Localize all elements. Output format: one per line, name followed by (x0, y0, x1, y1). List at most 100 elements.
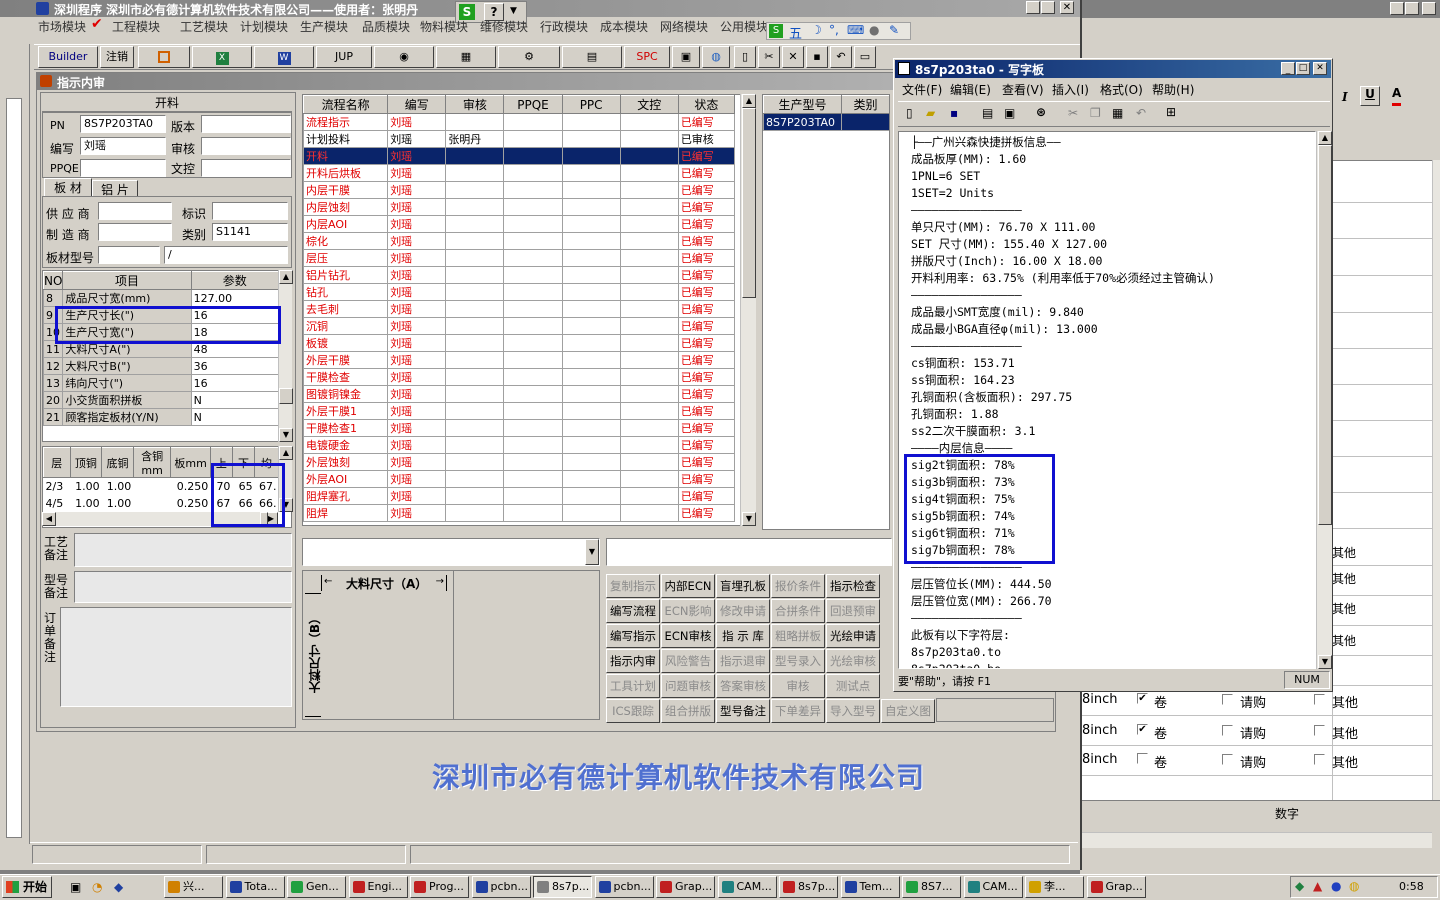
taskbar-item[interactable]: 8S7... (902, 876, 961, 898)
command-button[interactable]: 组合拼版 (661, 699, 715, 723)
checkbox-other[interactable] (1314, 725, 1325, 736)
maker-field[interactable] (98, 223, 172, 241)
new-icon[interactable]: ▯ (906, 106, 913, 120)
menu-item[interactable]: 工艺模块 (180, 18, 228, 35)
notepad-menu-item[interactable]: 查看(V) (1002, 81, 1044, 98)
table-row[interactable]: 内层AOI 刘瑶 已编写 (303, 215, 736, 233)
column-header[interactable]: 板mm (170, 447, 211, 478)
command-button[interactable]: 指 示 库 (716, 624, 770, 648)
checkbox-purchase[interactable] (1222, 754, 1233, 765)
column-header[interactable]: 参数 (190, 271, 280, 290)
chart-icon[interactable]: ▣ (672, 46, 700, 68)
moon-icon[interactable]: ☽ (811, 23, 822, 37)
checkbox-roll[interactable]: ✔ (1137, 693, 1148, 704)
copy-icon[interactable]: ❐ (1090, 106, 1101, 120)
column-header[interactable]: 项目 (62, 271, 192, 290)
table-row[interactable]: 计划投料 刘瑶 张明丹 已审核 (303, 130, 736, 148)
italic-icon[interactable]: I (1342, 90, 1348, 104)
taskbar-item[interactable]: CAM... (963, 876, 1023, 898)
menu-item[interactable]: 市场模块 (38, 18, 86, 35)
sheet-vertical-scrollbar[interactable] (1432, 160, 1440, 810)
taskbar-item[interactable]: Gen... (287, 876, 346, 898)
supplier-field[interactable] (98, 202, 172, 220)
menu-item[interactable]: 工程模块 (112, 18, 160, 35)
ppqe-field[interactable] (80, 159, 166, 177)
table-row[interactable]: 铝片钻孔 刘瑶 已编写 (303, 266, 736, 284)
menu-item[interactable]: 物料模块 (420, 18, 468, 35)
quicklaunch-app-icon[interactable]: ◆ (114, 880, 123, 894)
cut-icon[interactable]: ✂ (758, 46, 780, 68)
command-button[interactable]: 编写指示 (606, 624, 660, 648)
dropdown-icon[interactable]: ▼ (510, 6, 517, 16)
command-button[interactable]: 合拼条件 (771, 599, 825, 623)
command-button[interactable]: 盲埋孔板 (716, 574, 770, 598)
taskbar-item[interactable]: Grap... (656, 876, 715, 898)
table-row[interactable]: 阻焊塞孔 刘瑶 已编写 (303, 487, 736, 505)
column-header[interactable]: 编写 (387, 95, 447, 114)
column-header[interactable]: 文控 (619, 95, 679, 114)
table-row[interactable]: 干膜检查1 刘瑶 已编写 (303, 419, 736, 437)
menu-item[interactable]: 计划模块 (240, 18, 288, 35)
find-icon[interactable]: ⊛ (1036, 105, 1046, 119)
craft-remark-field[interactable] (74, 533, 292, 567)
printer-icon[interactable]: ▤ (562, 46, 622, 68)
writer-field[interactable]: 刘瑶 (80, 137, 166, 155)
spc-button[interactable]: SPC (624, 46, 670, 68)
builder-button[interactable]: Builder (38, 46, 98, 68)
model-field-2[interactable]: / (164, 246, 288, 264)
taskbar-item[interactable]: Prog... (410, 876, 469, 898)
audit-field[interactable] (201, 137, 291, 155)
checkbox-roll[interactable] (1137, 753, 1148, 764)
minimize-button[interactable]: _ (1281, 62, 1295, 75)
table-row[interactable]: 20 小交货面积拼板 N (43, 391, 280, 409)
close-button[interactable]: ✕ (1313, 62, 1327, 75)
notepad-text-area[interactable]: ├——广州兴森快捷拼板信息—— 成品板厚(MM): 1.60 1PNL=6 SET 1… (898, 131, 1316, 669)
excel-icon[interactable]: X (192, 46, 252, 68)
table-row[interactable]: 内层蚀刻 刘瑶 已编写 (303, 198, 736, 216)
paste-icon[interactable]: ▦ (1112, 106, 1123, 120)
delete-icon[interactable]: ✕ (782, 46, 804, 68)
scroll-thumb[interactable] (1318, 145, 1332, 525)
table-row[interactable]: 流程指示 刘瑶 已编写 (303, 113, 736, 131)
tray-icon-3[interactable]: ● (1331, 879, 1341, 893)
wrench-icon[interactable]: ✎ (889, 23, 899, 37)
command-button[interactable]: 审核Nope (771, 674, 825, 698)
command-button[interactable]: 型号录入 (771, 649, 825, 673)
table-row[interactable]: 干膜检查 刘瑶 已编写 (303, 368, 736, 386)
column-header[interactable]: 顶铜 (69, 447, 103, 478)
table-row[interactable]: 外层干膜1 刘瑶 已编写 (303, 402, 736, 420)
scroll-thumb[interactable] (279, 388, 293, 404)
notepad-menu-item[interactable]: 帮助(H) (1152, 81, 1194, 98)
model-field[interactable] (98, 246, 160, 264)
column-header[interactable]: PPC (561, 95, 621, 114)
menu-item[interactable]: 生产模块 (300, 18, 348, 35)
start-button[interactable]: 开始 (2, 876, 52, 898)
column-header[interactable]: 状态 (677, 95, 736, 114)
print-preview-icon[interactable]: ▣ (1004, 106, 1015, 120)
command-button[interactable]: 报价条件 (771, 574, 825, 598)
open-icon[interactable]: ▰ (926, 106, 935, 120)
notepad-menu-item[interactable]: 格式(O) (1100, 81, 1143, 98)
table-row[interactable]: 外层蚀刻 刘瑶 已编写 (303, 453, 736, 471)
menu-item[interactable]: 维修模块 (480, 18, 528, 35)
table-row[interactable]: 钻孔 刘瑶 已编写 (303, 283, 736, 301)
checkbox-roll[interactable]: ✔ (1137, 724, 1148, 735)
tray-icon-4[interactable]: ◍ (1349, 879, 1359, 893)
column-header[interactable]: 层 (43, 447, 71, 478)
checkbox-purchase[interactable] (1222, 694, 1233, 705)
command-button[interactable]: 风险警告 (661, 649, 715, 673)
scroll-thumb[interactable] (742, 108, 756, 298)
table-row[interactable]: 8S7P203TA0 (763, 113, 889, 131)
gear-icon[interactable]: ⚙ (498, 46, 560, 68)
taskbar-item[interactable]: 8s7p... (533, 876, 592, 898)
type-remark-field[interactable] (74, 571, 292, 603)
ime-five-icon[interactable]: 五 (789, 23, 802, 42)
command-button[interactable]: 指示内审 (606, 649, 660, 673)
command-button[interactable]: 修改申请 (716, 599, 770, 623)
table-row[interactable]: 电镀硬金 刘瑶 已编写 (303, 436, 736, 454)
taskbar-item[interactable]: Tota... (225, 876, 285, 898)
notepad-menu-item[interactable]: 编辑(E) (950, 81, 991, 98)
mark-field[interactable] (212, 202, 288, 220)
taskbar-item[interactable]: 李... (1025, 876, 1084, 898)
maximize-button[interactable] (1041, 1, 1055, 14)
